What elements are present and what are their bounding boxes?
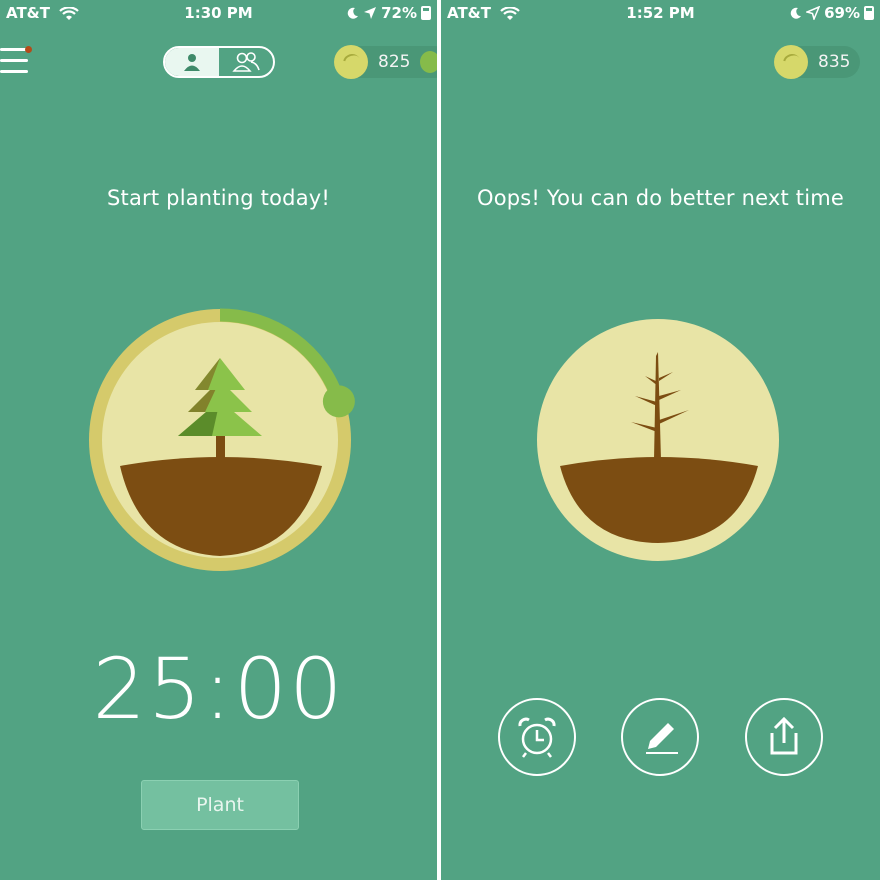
coin-counter[interactable]: 825 <box>334 45 437 79</box>
right-screen: AT&T 1:52 PM 69% 835 Oops! You can do be… <box>441 0 880 880</box>
mode-toggle[interactable] <box>163 46 275 78</box>
edit-note-button[interactable] <box>621 698 699 776</box>
status-right: 69% <box>790 4 874 22</box>
progress-knob[interactable] <box>322 385 355 418</box>
coin-count: 825 <box>378 52 411 72</box>
location-arrow-icon <box>806 6 821 20</box>
location-arrow-icon <box>363 6 377 20</box>
coin-icon <box>774 45 808 79</box>
battery-percent: 72% <box>381 4 417 22</box>
tree-scene <box>89 308 355 571</box>
coin-count: 835 <box>818 52 851 72</box>
plant-button[interactable]: Plant <box>141 780 299 830</box>
coin-counter[interactable]: 835 <box>774 45 861 79</box>
coin-icon <box>334 45 368 79</box>
headline: Oops! You can do better next time <box>476 186 845 210</box>
notification-dot <box>25 46 32 53</box>
battery-percent: 69% <box>824 4 860 22</box>
share-button[interactable] <box>745 698 823 776</box>
left-screen: AT&T 1:30 PM 72% 825 Start planting toda… <box>0 0 437 880</box>
status-bar: AT&T 1:52 PM 69% <box>441 0 880 26</box>
moon-icon <box>790 7 802 19</box>
pencil-icon <box>638 715 682 759</box>
group-mode-tab[interactable] <box>219 48 273 76</box>
withered-tree-scene <box>537 319 779 561</box>
leaf-icon <box>420 51 437 73</box>
timer-display: 25:00 <box>92 640 345 738</box>
alarm-clock-icon <box>515 715 559 759</box>
battery-icon <box>421 6 431 20</box>
status-bar: AT&T 1:30 PM 72% <box>0 0 437 26</box>
battery-icon <box>864 6 874 20</box>
person-icon <box>182 52 202 72</box>
moon-icon <box>347 7 359 19</box>
headline: Start planting today! <box>106 186 331 210</box>
status-right: 72% <box>347 4 431 22</box>
menu-icon[interactable] <box>0 46 32 78</box>
share-icon <box>764 715 804 759</box>
single-mode-tab[interactable] <box>165 48 219 76</box>
people-icon <box>231 51 261 73</box>
alarm-clock-button[interactable] <box>498 698 576 776</box>
